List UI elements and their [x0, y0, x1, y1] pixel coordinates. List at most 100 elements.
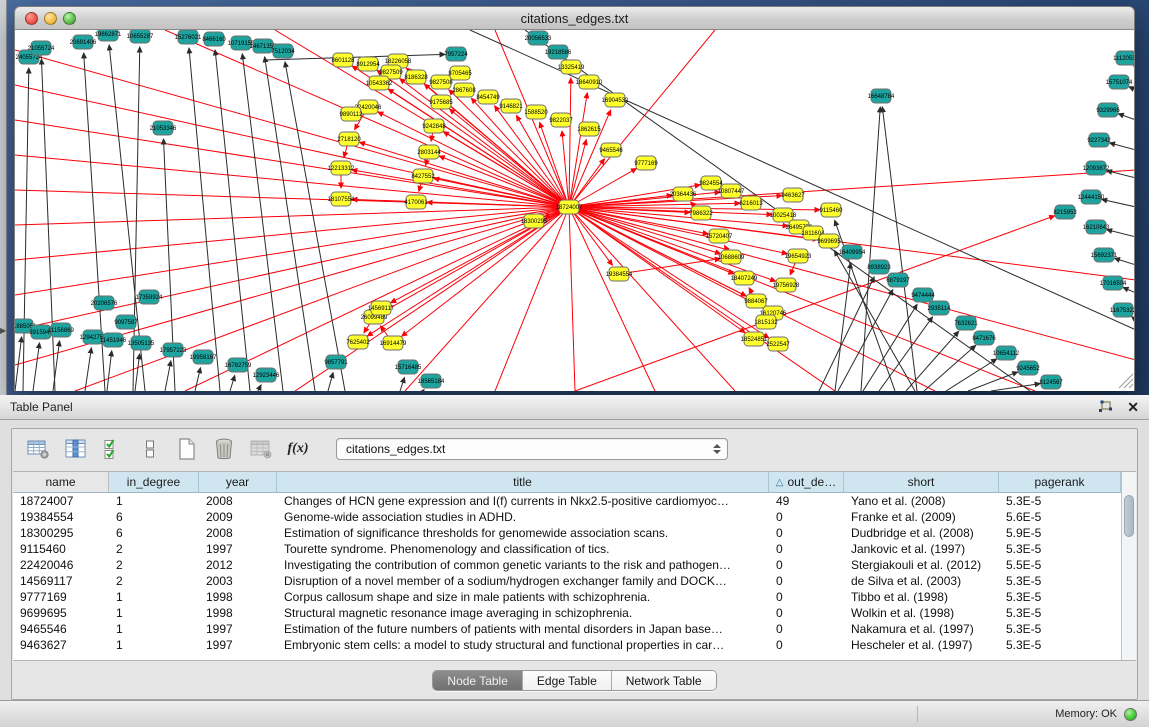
table-cell[interactable]: 1 — [109, 493, 199, 509]
column-header-year[interactable]: year — [199, 472, 277, 493]
table-cell[interactable]: 9463627 — [13, 637, 109, 653]
graph-node[interactable]: 8601128 — [332, 53, 356, 67]
zoom-button[interactable] — [63, 12, 76, 25]
canvas-resize-grip[interactable] — [1119, 374, 1133, 388]
table-cell[interactable]: 0 — [769, 557, 844, 573]
table-cell[interactable]: 0 — [769, 573, 844, 589]
new-table-icon[interactable] — [174, 437, 200, 461]
table-cell[interactable]: 5.5E-5 — [999, 557, 1121, 573]
network-window-titlebar[interactable]: citations_edges.txt — [14, 6, 1135, 30]
table-cell[interactable]: Yano et al. (2008) — [844, 493, 999, 509]
graph-node[interactable]: 18300295 — [521, 214, 548, 228]
table-source-dropdown[interactable]: citations_edges.txt — [336, 438, 728, 460]
red-edge[interactable] — [15, 50, 569, 207]
graph-node[interactable]: 8466160 — [202, 32, 226, 46]
tab-network-table[interactable]: Network Table — [612, 671, 716, 690]
graph-node[interactable]: 2522547 — [766, 337, 790, 351]
graph-node[interactable]: 15692371 — [1091, 248, 1118, 262]
close-button[interactable] — [25, 12, 38, 25]
table-cell[interactable]: 1997 — [199, 621, 277, 637]
red-edge[interactable] — [495, 207, 569, 391]
table-cell[interactable]: 1 — [109, 589, 199, 605]
minimize-button[interactable] — [44, 12, 57, 25]
graph-node[interactable]: 16904532 — [602, 93, 629, 107]
graph-node[interactable]: 19654923 — [785, 249, 812, 263]
table-cell[interactable]: Jankovic et al. (1997) — [844, 541, 999, 557]
table-row[interactable]: 2242004622012Investigating the contribut… — [13, 557, 1121, 573]
graph-node[interactable]: 7632621 — [954, 316, 978, 330]
graph-node[interactable]: 6879197 — [886, 273, 910, 287]
table-cell[interactable]: 5.3E-5 — [999, 637, 1121, 653]
table-cell[interactable]: 1 — [109, 637, 199, 653]
black-edge[interactable] — [15, 337, 22, 391]
graph-node[interactable]: 8705465 — [448, 66, 472, 80]
graph-node[interactable]: 11156869 — [48, 323, 74, 337]
graph-node[interactable]: 9699695 — [817, 234, 841, 248]
black-edge[interactable] — [23, 68, 29, 391]
table-cell[interactable]: 2 — [109, 573, 199, 589]
table-row[interactable]: 1938455462009Genome-wide association stu… — [13, 509, 1121, 525]
black-edge[interactable] — [328, 373, 333, 391]
table-cell[interactable]: 5.3E-5 — [999, 589, 1121, 605]
graph-node[interactable]: 8124567 — [1039, 375, 1063, 389]
graph-node[interactable]: 19384554 — [606, 267, 633, 281]
table-cell[interactable]: Estimation of the future numbers of pati… — [277, 621, 769, 637]
table-cell[interactable]: Embryonic stem cells: a model to study s… — [277, 637, 769, 653]
table-cell[interactable]: Genome-wide association studies in ADHD. — [277, 509, 769, 525]
graph-node[interactable]: 18724007 — [556, 200, 583, 214]
graph-node[interactable]: 8215953 — [1053, 205, 1077, 219]
graph-node[interactable]: 15276021 — [175, 30, 202, 44]
black-edge[interactable] — [1107, 171, 1135, 178]
graph-node[interactable]: 9857791 — [324, 355, 348, 369]
graph-node[interactable]: 8912954 — [356, 57, 380, 71]
graph-node[interactable]: 16914479 — [380, 336, 407, 350]
table-row[interactable]: 946554611997Estimation of the future num… — [13, 621, 1121, 637]
table-cell[interactable]: Tibbo et al. (1998) — [844, 589, 999, 605]
red-edge[interactable] — [439, 156, 569, 207]
red-edge[interactable] — [402, 207, 569, 336]
graph-node[interactable]: 1862615 — [577, 122, 601, 136]
black-edge[interactable] — [1129, 87, 1135, 90]
red-edge[interactable] — [569, 93, 587, 207]
graph-node[interactable]: 16782759 — [225, 358, 252, 372]
black-edge[interactable] — [1107, 230, 1135, 237]
graph-node[interactable]: 19218586 — [545, 45, 572, 59]
table-cell[interactable]: 0 — [769, 605, 844, 621]
table-row[interactable]: 977716911998Corpus callosum shape and si… — [13, 589, 1121, 605]
graph-node[interactable]: 9242848 — [422, 119, 446, 133]
black-edge[interactable] — [1134, 66, 1135, 68]
black-edge[interactable] — [195, 368, 200, 391]
graph-node[interactable]: 4170061 — [404, 195, 428, 209]
graph-node[interactable]: 9822037 — [549, 113, 573, 127]
black-edge[interactable] — [107, 351, 112, 391]
tab-node-table[interactable]: Node Table — [433, 671, 523, 690]
black-edge[interactable] — [924, 345, 976, 391]
graph-node[interactable]: 10543362 — [366, 76, 393, 90]
graph-node[interactable]: 10654112 — [993, 346, 1020, 360]
table-row[interactable]: 969969511998Structural magnetic resonanc… — [13, 605, 1121, 621]
table-cell[interactable]: 5.3E-5 — [999, 573, 1121, 589]
table-cell[interactable]: 9777169 — [13, 589, 109, 605]
graph-node[interactable]: 18524851 — [741, 332, 768, 346]
function-builder-icon[interactable]: f(x) — [285, 437, 311, 461]
black-edge[interactable] — [215, 50, 250, 391]
table-cell[interactable]: 1998 — [199, 589, 277, 605]
graph-node[interactable]: 13325419 — [558, 60, 585, 74]
graph-node[interactable]: 9465546 — [599, 143, 623, 157]
graph-node[interactable]: 7957224 — [444, 47, 468, 61]
table-cell[interactable]: 0 — [769, 509, 844, 525]
graph-node[interactable]: 15751074 — [1106, 75, 1133, 89]
graph-node[interactable]: 1588520 — [524, 105, 548, 119]
table-cell[interactable]: 5.9E-5 — [999, 525, 1121, 541]
table-cell[interactable]: 19384554 — [13, 509, 109, 525]
table-cell[interactable]: 0 — [769, 589, 844, 605]
graph-node[interactable]: 16648784 — [868, 89, 895, 103]
table-cell[interactable]: Franke et al. (2009) — [844, 509, 999, 525]
table-cell[interactable]: Structural magnetic resonance image aver… — [277, 605, 769, 621]
table-cell[interactable]: 5.3E-5 — [999, 493, 1121, 509]
table-cell[interactable]: 9465546 — [13, 621, 109, 637]
table-row[interactable]: 911546021997Tourette syndrome. Phenomeno… — [13, 541, 1121, 557]
graph-node[interactable]: 15720407 — [706, 229, 733, 243]
graph-node[interactable]: 8427552 — [411, 169, 435, 183]
graph-node[interactable]: 12444150 — [1078, 190, 1105, 204]
